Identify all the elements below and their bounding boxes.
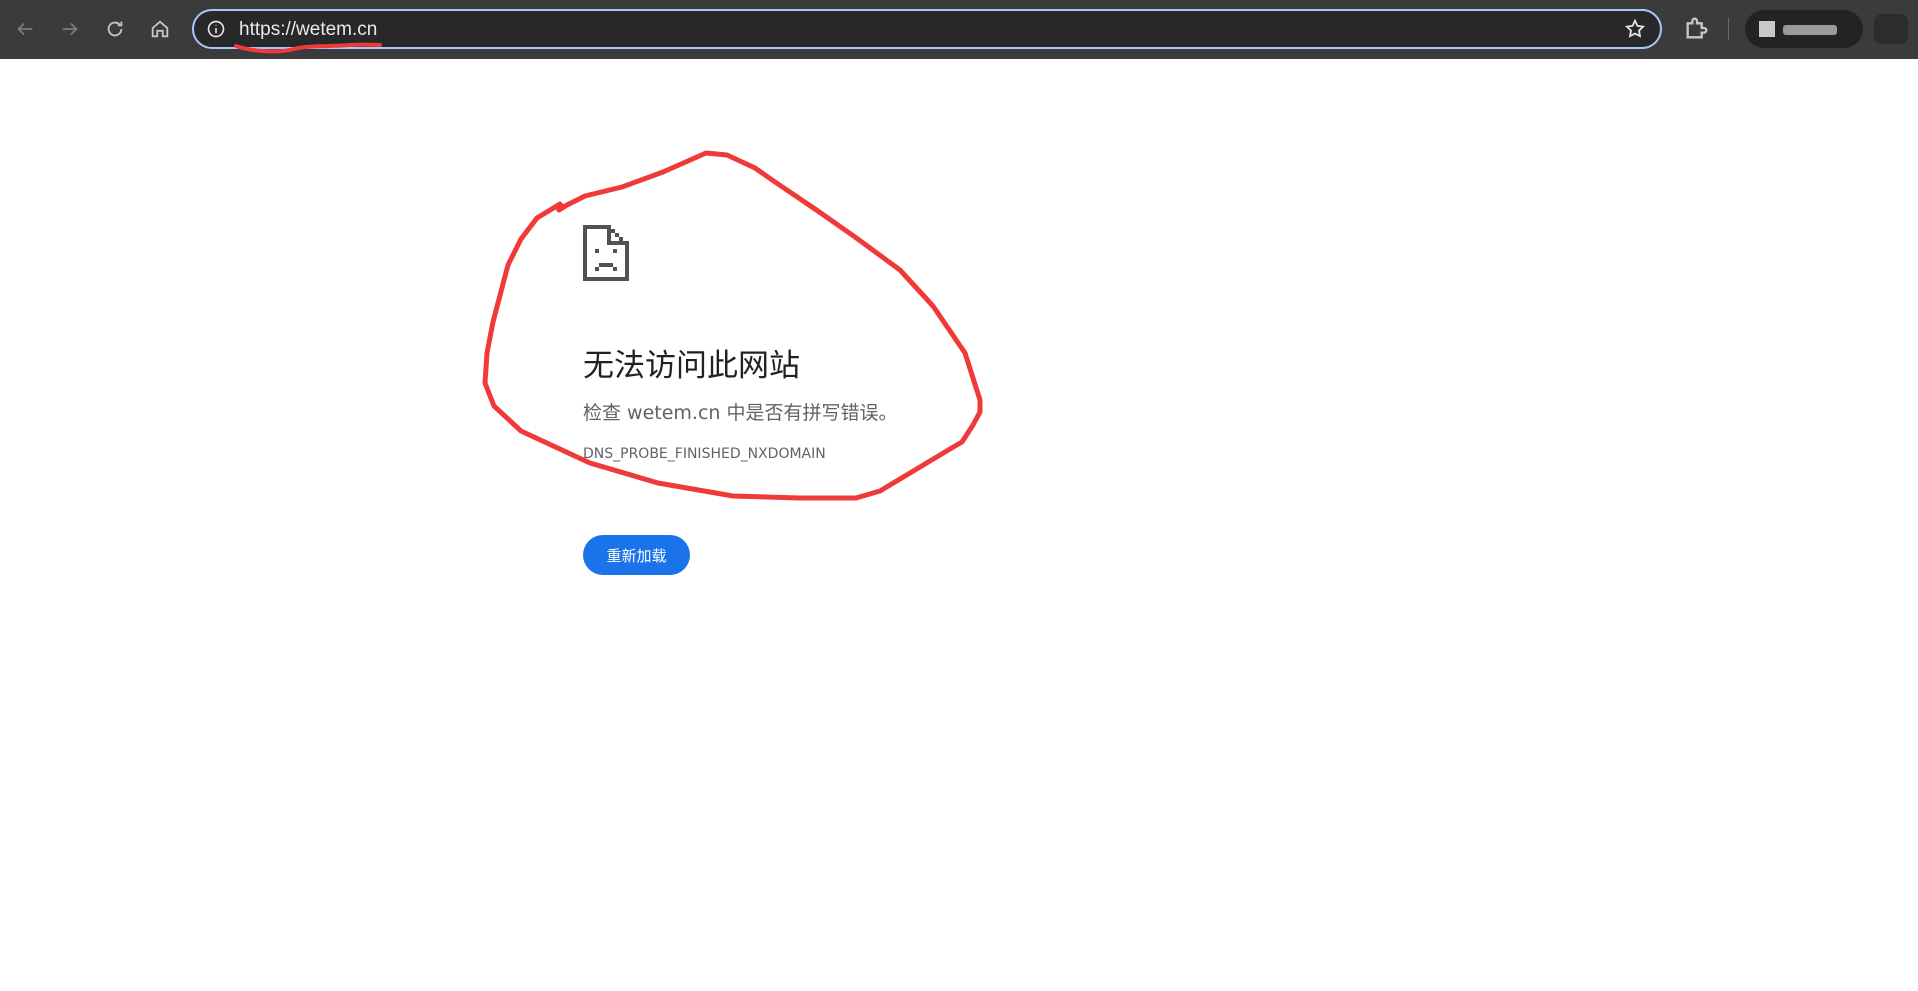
browser-menu-button[interactable] <box>1874 14 1908 44</box>
error-description: 检查 wetem.cn 中是否有拼写错误。 <box>583 402 898 424</box>
arrow-right-icon <box>62 22 78 36</box>
error-title: 无法访问此网站 <box>583 348 800 384</box>
profile-button[interactable] <box>1745 10 1863 48</box>
forward-button[interactable] <box>53 12 87 46</box>
address-bar[interactable]: https://wetem.cn <box>192 9 1662 54</box>
sad-page-icon <box>583 225 629 281</box>
home-icon <box>151 20 169 38</box>
url-text[interactable]: https://wetem.cn <box>239 19 377 41</box>
info-icon[interactable] <box>206 19 226 39</box>
home-button[interactable] <box>143 12 177 46</box>
url-annotation-underline <box>234 42 382 54</box>
arrow-left-icon <box>17 22 33 36</box>
browser-toolbar: https://wetem.cn <box>0 0 1918 59</box>
profile-icon <box>1759 21 1775 37</box>
toolbar-divider <box>1728 18 1729 40</box>
reload-button[interactable]: 重新加载 <box>583 535 690 575</box>
back-button[interactable] <box>8 12 42 46</box>
bookmark-star-icon[interactable] <box>1624 18 1646 40</box>
reload-toolbar-button[interactable] <box>98 12 132 46</box>
redacted-profile-name <box>1783 25 1837 35</box>
extensions-puzzle-icon[interactable] <box>1683 14 1711 42</box>
error-code: DNS_PROBE_FINISHED_NXDOMAIN <box>583 446 826 462</box>
refresh-icon <box>107 21 123 37</box>
red-annotation-circle <box>482 150 983 501</box>
